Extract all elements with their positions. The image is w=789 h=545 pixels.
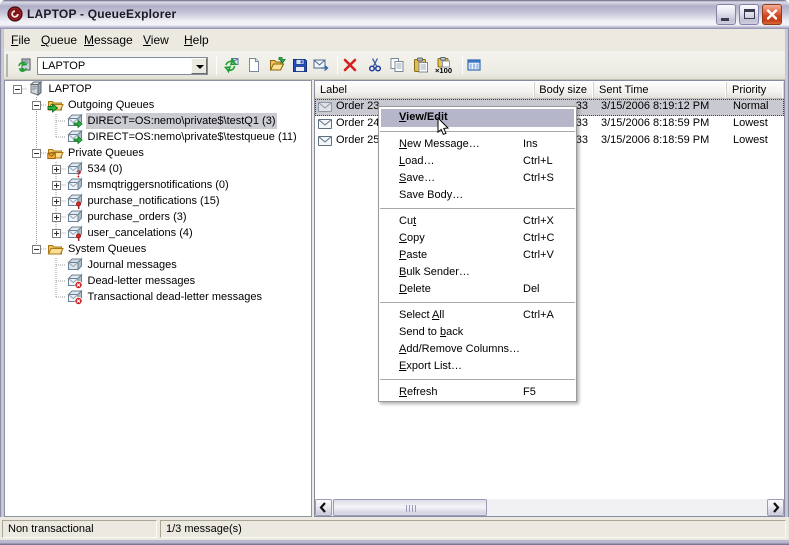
svg-text:×100: ×100	[435, 66, 452, 75]
